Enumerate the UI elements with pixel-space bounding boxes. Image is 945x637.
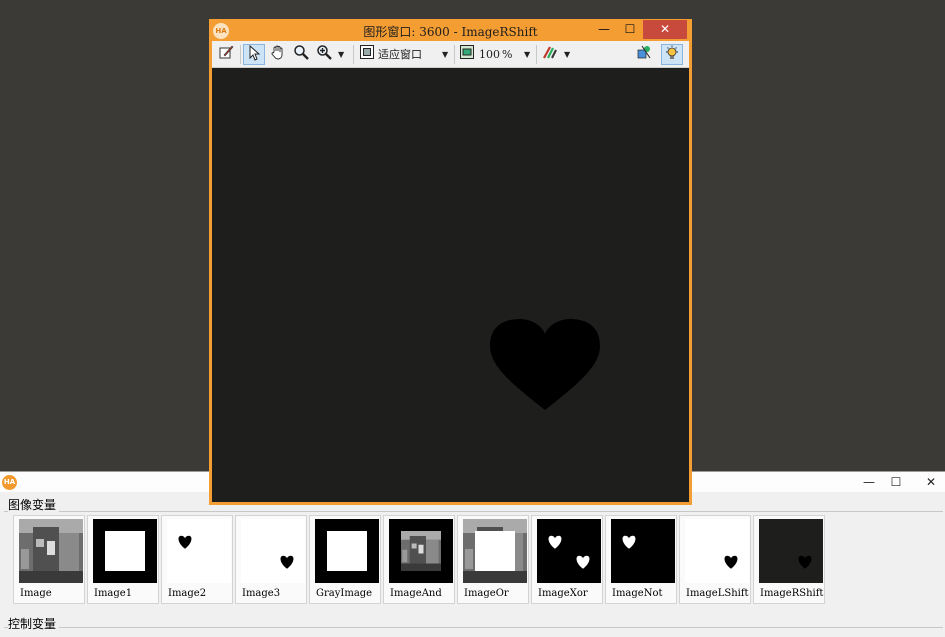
zoom-dropdown-chevron-down-icon[interactable]: ▼ — [338, 44, 344, 65]
image-variable-thumbnail[interactable]: Image3 — [235, 515, 307, 604]
color-draw-icon[interactable] — [541, 44, 559, 65]
image-variable-thumbnail[interactable]: ImageNot — [605, 515, 677, 604]
zoom-percent-chevron-down-icon[interactable]: ▼ — [524, 44, 530, 65]
thumbnail-image — [241, 519, 305, 583]
thumbnail-image — [463, 519, 527, 583]
thumbnail-image — [167, 519, 231, 583]
image-canvas[interactable] — [212, 68, 689, 502]
magnifier-icon[interactable] — [290, 44, 312, 65]
edit-icon[interactable] — [215, 44, 237, 65]
zoom-unit: % — [502, 48, 513, 61]
image-variable-thumbnail[interactable]: Image — [13, 515, 85, 604]
graphics-window: HA 图形窗口: 3600 - ImageRShift — ☐ ✕ ▼ 适应窗口… — [209, 19, 692, 505]
minimize-button[interactable]: — — [591, 20, 617, 39]
zoom-value[interactable]: 100 — [479, 44, 500, 65]
image-variable-thumbnail[interactable]: Image2 — [161, 515, 233, 604]
thumbnail-image — [759, 519, 823, 583]
image-section-divider — [4, 511, 943, 512]
control-variables-label: 控制变量 — [8, 615, 60, 632]
thumbnail-caption: Image3 — [242, 588, 281, 599]
thumbnail-image — [389, 519, 453, 583]
fit-window-chevron-down-icon[interactable]: ▼ — [442, 44, 448, 65]
maximize-button[interactable]: ☐ — [883, 473, 909, 491]
thumbnail-image — [685, 519, 749, 583]
close-button[interactable]: ✕ — [918, 473, 944, 491]
thumbnail-caption: Image — [20, 588, 52, 599]
image-variable-thumbnail[interactable]: ImageRShift — [753, 515, 825, 604]
image-variable-thumbnail[interactable]: GrayImage — [309, 515, 381, 604]
zoom-in-icon[interactable] — [313, 44, 335, 65]
shifted-image-display — [490, 319, 600, 410]
thumbnail-image — [537, 519, 601, 583]
minimize-button[interactable]: — — [856, 473, 882, 491]
pointer-icon[interactable] — [243, 44, 265, 65]
halcon-logo-icon: HA — [2, 475, 17, 490]
thumbnail-caption: ImageAnd — [390, 588, 442, 599]
thumbnail-caption: Image2 — [168, 588, 207, 599]
control-section-divider — [4, 627, 943, 628]
light-bulb-icon[interactable] — [661, 44, 683, 65]
thumbnail-caption: GrayImage — [316, 588, 373, 599]
thumbnail-caption: ImageXor — [538, 588, 588, 599]
thumbnail-image — [93, 519, 157, 583]
thumbnail-caption: ImageRShift — [760, 588, 824, 599]
maximize-button[interactable]: ☐ — [617, 20, 643, 39]
thumbnail-caption: ImageLShift — [686, 588, 749, 599]
thumbnail-image — [19, 519, 83, 583]
thumbnail-image — [315, 519, 379, 583]
image-variables-label: 图像变量 — [8, 496, 60, 513]
heart-shape — [490, 319, 600, 410]
zoom-percent-icon[interactable] — [458, 44, 476, 65]
fit-window-label[interactable]: 适应窗口 — [378, 44, 428, 65]
image-variable-thumbnail[interactable]: ImageLShift — [679, 515, 751, 604]
graphics-window-titlebar[interactable]: HA 图形窗口: 3600 - ImageRShift — ☐ ✕ — [209, 19, 692, 41]
thumbnail-caption: Image1 — [94, 588, 133, 599]
fit-window-icon[interactable] — [358, 44, 376, 65]
image-variable-thumbnail[interactable]: Image1 — [87, 515, 159, 604]
thumbnail-image — [611, 519, 675, 583]
graphics-toolbar: ▼ 适应窗口 ▼ 100 % ▼ ▼ — [212, 41, 689, 68]
image-info-icon[interactable] — [633, 44, 655, 65]
hand-pan-icon[interactable] — [267, 44, 289, 65]
color-chevron-down-icon[interactable]: ▼ — [564, 44, 570, 65]
close-button[interactable]: ✕ — [643, 20, 687, 39]
image-variable-thumbnail[interactable]: ImageXor — [531, 515, 603, 604]
image-variable-thumbnail[interactable]: ImageAnd — [383, 515, 455, 604]
thumbnail-caption: ImageOr — [464, 588, 509, 599]
thumbnail-caption: ImageNot — [612, 588, 663, 599]
image-variable-thumbnail[interactable]: ImageOr — [457, 515, 529, 604]
